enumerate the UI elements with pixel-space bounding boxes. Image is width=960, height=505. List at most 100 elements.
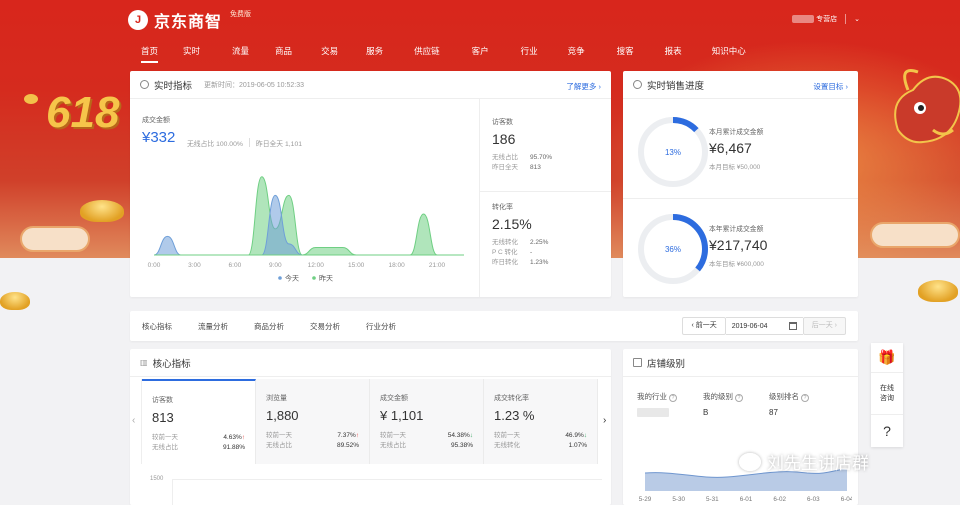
row-key: 无线占比 bbox=[266, 442, 292, 449]
series-area-1 bbox=[154, 176, 464, 255]
analysis-tab[interactable]: 行业分析 bbox=[366, 321, 396, 332]
level-label-text: 我的级别 bbox=[703, 392, 733, 401]
help-icon[interactable]: ? bbox=[669, 394, 677, 402]
edition-badge: 免费版 bbox=[230, 11, 252, 18]
analysis-tab[interactable]: 商品分析 bbox=[254, 321, 284, 332]
legend-label[interactable]: 今天 bbox=[285, 274, 299, 283]
chevron-left-icon[interactable]: ‹ bbox=[132, 415, 135, 426]
row-key: 无线占比 bbox=[492, 154, 518, 161]
shop-level-header: 店铺级别 bbox=[623, 349, 858, 377]
realtime-card: 实时指标 更新时间：2019-06-05 10:52:33 了解更多 › 成交金… bbox=[130, 71, 611, 297]
change-value: 46.9% bbox=[565, 432, 584, 439]
nav-item[interactable]: 知识中心 bbox=[712, 45, 746, 63]
account-menu[interactable]: 专营店 ⌄ bbox=[792, 14, 860, 24]
row-key: 较前一天 bbox=[380, 432, 406, 439]
brand-logo[interactable]: J 京东商智 免费版 bbox=[128, 8, 251, 32]
industry-value-blurred bbox=[637, 408, 669, 417]
cloud-decoration bbox=[870, 222, 960, 248]
next-day-button[interactable]: 后一天 › bbox=[802, 317, 846, 335]
learn-more-link[interactable]: 了解更多 › bbox=[566, 81, 601, 92]
core-metric[interactable]: 浏览量 1,880 较前一天 7.37%↑ 无线占比 89.52% bbox=[256, 379, 370, 464]
level-stat: 我的级别? B bbox=[703, 391, 743, 417]
metric-value: 813 bbox=[152, 410, 174, 425]
divider bbox=[845, 14, 847, 24]
industry-stat: 我的行业? bbox=[637, 391, 677, 417]
cloud-decoration bbox=[20, 226, 90, 252]
gmv-value: ¥332 bbox=[142, 129, 176, 146]
core-metric[interactable]: 成交转化率 1.23 % 较前一天 46.9%↓ 无线转化 1.07% bbox=[484, 379, 598, 464]
set-target-link[interactable]: 设置目标 › bbox=[813, 81, 848, 92]
row-key: 无线占比 bbox=[380, 442, 406, 449]
row-value: - bbox=[530, 249, 533, 256]
consult-line-1: 在线 bbox=[880, 384, 894, 392]
analysis-tabs: 核心指标 流量分析 商品分析 交易分析 行业分析 bbox=[142, 321, 422, 332]
calendar-icon[interactable] bbox=[788, 322, 797, 330]
metric-share-row: 无线占比 91.88% bbox=[152, 443, 245, 453]
core-chart-axis bbox=[172, 479, 173, 505]
row-key: 昨日全天 bbox=[492, 164, 518, 171]
core-metric[interactable]: 访客数 813 较前一天 4.63%↑ 无线占比 91.88% bbox=[142, 379, 256, 464]
nav-item[interactable]: 客户 bbox=[472, 45, 489, 63]
dragon-icon bbox=[894, 69, 960, 144]
progress-title: 实时销售进度 bbox=[647, 80, 705, 92]
analysis-tab[interactable]: 流量分析 bbox=[198, 321, 228, 332]
nav-item[interactable]: 搜客 bbox=[617, 45, 634, 63]
nav-item[interactable]: 实时 bbox=[183, 45, 200, 63]
side-rail: 🎁 在线 咨询 ? bbox=[871, 343, 903, 447]
clock-icon bbox=[633, 80, 642, 89]
row-value: 95.70% bbox=[530, 154, 553, 161]
metric-label: 成交转化率 bbox=[494, 395, 529, 402]
analysis-tab[interactable]: 交易分析 bbox=[310, 321, 340, 332]
realtime-chart: 0:00 3:00 6:00 9:00 12:00 15:00 18:00 21:00 今天 昨天 bbox=[148, 176, 464, 283]
x-tick-label: 18:00 bbox=[388, 262, 405, 269]
date-input[interactable]: 2019-06-04 bbox=[725, 317, 803, 335]
chevron-right-icon[interactable]: › bbox=[603, 415, 606, 426]
nav-item[interactable]: 流量 bbox=[232, 45, 249, 63]
chevron-down-icon[interactable]: ⌄ bbox=[854, 15, 860, 23]
analysis-tab[interactable]: 核心指标 bbox=[142, 321, 172, 332]
month-value: ¥6,467 bbox=[709, 140, 752, 156]
gold-ingot-decoration bbox=[80, 200, 124, 222]
metric-share-row: 无线转化 1.07% bbox=[494, 441, 587, 451]
x-tick-label: 0:00 bbox=[148, 262, 161, 269]
row-key: 无线占比 bbox=[152, 444, 178, 451]
divider bbox=[248, 138, 250, 147]
legend-marker[interactable] bbox=[278, 276, 282, 280]
nav-item[interactable]: 交易 bbox=[321, 45, 338, 63]
online-consult-button[interactable]: 在线 咨询 bbox=[871, 373, 903, 415]
visitors-wireless-row: 无线占比 95.70% bbox=[492, 153, 552, 163]
year-progress-info: 本年累计成交金额 ¥217,740 本年目标 ¥600,000 bbox=[709, 223, 767, 268]
row-key: 无线转化 bbox=[492, 239, 518, 246]
visitors-value: 186 bbox=[492, 131, 516, 147]
nav-item[interactable]: 报表 bbox=[665, 45, 682, 63]
metric-change-row: 较前一天 4.63%↑ bbox=[152, 433, 245, 443]
nav-item[interactable]: 竞争 bbox=[568, 45, 585, 63]
row-key: 较前一天 bbox=[266, 432, 292, 439]
row-value: 46.9%↓ bbox=[565, 431, 587, 441]
gmv-sub: 无线占比 100.00% 昨日全天 1,101 bbox=[187, 138, 302, 148]
legend-label[interactable]: 昨天 bbox=[319, 274, 333, 283]
row-key: P C 转化 bbox=[492, 249, 518, 256]
nav-item[interactable]: 商品 bbox=[275, 45, 292, 63]
legend-marker[interactable] bbox=[312, 276, 316, 280]
help-icon[interactable]: ? bbox=[735, 394, 743, 402]
nav-item[interactable]: 首页 bbox=[141, 45, 159, 63]
level-x-tick: 5-29 bbox=[639, 496, 652, 503]
gift-icon[interactable]: 🎁 bbox=[871, 343, 903, 373]
nav-item[interactable]: 行业 bbox=[521, 45, 538, 63]
level-label: 我的级别? bbox=[703, 391, 743, 402]
metric-change-row: 较前一天 54.38%↓ bbox=[380, 431, 473, 441]
core-metric[interactable]: 成交金额 ¥ 1,101 较前一天 54.38%↓ 无线占比 95.38% bbox=[370, 379, 484, 464]
metric-share-row: 无线占比 89.52% bbox=[266, 441, 359, 451]
prev-day-button[interactable]: ‹ 前一天 bbox=[682, 317, 726, 335]
row-value: 2.25% bbox=[530, 239, 549, 246]
row-value: 95.38% bbox=[450, 442, 473, 449]
nav-item[interactable]: 服务 bbox=[366, 45, 383, 63]
help-icon[interactable]: ? bbox=[801, 394, 809, 402]
rank-label-text: 级别排名 bbox=[769, 392, 799, 401]
conversion-rows: 无线转化 2.25% P C 转化 - 昨日转化 1.23% bbox=[492, 238, 548, 268]
help-button[interactable]: ? bbox=[871, 415, 903, 447]
x-tick-label: 3:00 bbox=[188, 262, 201, 269]
conversion-label: 转化率 bbox=[492, 204, 513, 211]
nav-item[interactable]: 供应链 bbox=[414, 45, 440, 63]
